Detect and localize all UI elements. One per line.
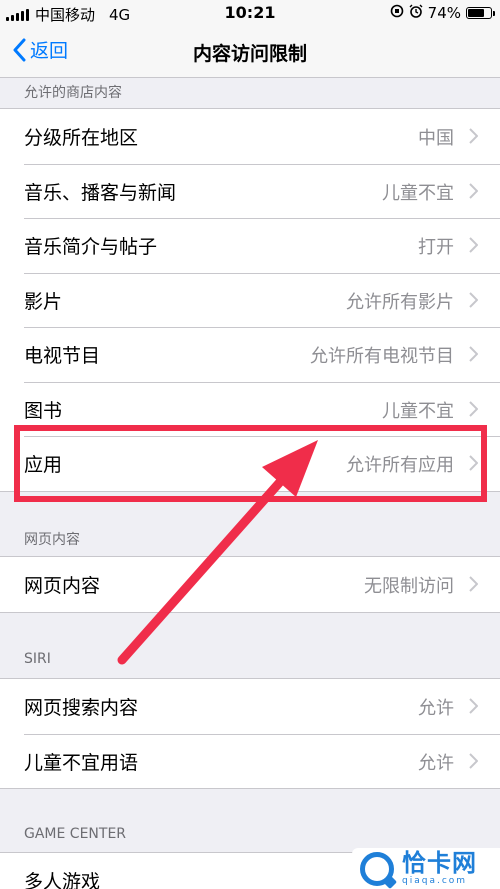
annotation-arrow	[117, 440, 318, 665]
watermark-domain: qiaqa.com	[402, 876, 468, 886]
watermark-logo-icon	[360, 851, 394, 886]
watermark-name: 恰卡网	[402, 849, 477, 877]
watermark: 恰卡网 qiaqa.com	[352, 848, 500, 889]
